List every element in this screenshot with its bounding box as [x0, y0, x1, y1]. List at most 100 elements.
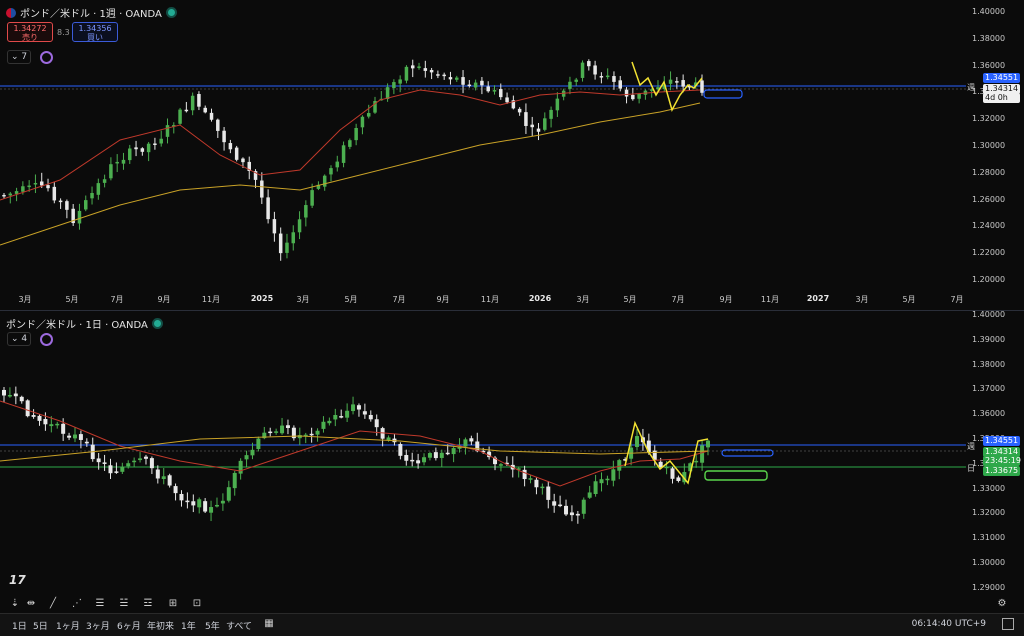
- candle-body: [423, 68, 428, 71]
- candle-body: [167, 475, 172, 486]
- timeframe-button[interactable]: 1日: [12, 619, 27, 632]
- candle-body: [121, 159, 126, 164]
- candle-body: [27, 185, 31, 188]
- candle-body: [232, 472, 237, 489]
- weekly-candles-svg[interactable]: [0, 0, 1024, 311]
- candle-body: [310, 190, 314, 206]
- candle-body: [618, 80, 623, 89]
- candle-body: [153, 143, 157, 146]
- candle-body: [143, 456, 148, 459]
- candle-body: [404, 66, 409, 81]
- candle-body: [580, 62, 585, 78]
- candle-body: [185, 500, 190, 503]
- candle-body: [599, 479, 604, 484]
- horizontal-line-tool-icon[interactable]: ⇹: [24, 598, 38, 610]
- calendar-range-icon[interactable]: ▦: [262, 618, 276, 630]
- weekly-chart-pane[interactable]: ポンド／米ドル · 1週 · OANDA 1.34272 売り 8.3 1.34…: [0, 0, 1024, 311]
- candle-body: [599, 76, 604, 78]
- candle-body: [473, 82, 478, 88]
- candle-body: [410, 459, 415, 462]
- sell-button[interactable]: 1.34272 売り: [7, 22, 53, 42]
- candle-body: [694, 460, 699, 463]
- timeframe-button[interactable]: 5日: [33, 619, 48, 632]
- daily-week-level-tag: 1.34551: [983, 436, 1020, 446]
- fib-tool-icon[interactable]: ☰: [93, 598, 107, 610]
- candle-body: [278, 233, 283, 254]
- candle-body: [445, 452, 450, 455]
- price-tick-label: 1.26000: [972, 194, 1006, 204]
- multi-line-tool-icon[interactable]: ⋰: [70, 598, 84, 610]
- candle-body: [700, 445, 705, 463]
- candle-body: [631, 94, 635, 100]
- candle-body: [161, 476, 166, 480]
- timeframe-button[interactable]: 5年: [205, 619, 220, 632]
- candle-body: [549, 109, 553, 119]
- candle-body: [49, 424, 54, 427]
- candle-body: [322, 175, 327, 187]
- candle-body: [467, 84, 472, 87]
- candle-body: [256, 438, 261, 450]
- pitchfork-tool-icon[interactable]: ☲: [141, 598, 155, 610]
- candle-body: [498, 464, 503, 466]
- timeframe-button[interactable]: 1年: [181, 619, 196, 632]
- timeframe-button[interactable]: すべて: [226, 619, 252, 632]
- timeframe-button[interactable]: 1ヶ月: [56, 619, 80, 632]
- candle-body: [442, 74, 446, 77]
- candle-body: [297, 219, 302, 233]
- parallel-channel-tool-icon[interactable]: ☱: [117, 598, 131, 610]
- time-tick-label: 2027: [806, 294, 830, 303]
- daily-chart-pane[interactable]: ポンド／米ドル · 1日 · OANDA ⌄ 4 1.40000 1.39000 1…: [0, 310, 1024, 608]
- rectangle-tool-icon[interactable]: ⊞: [166, 598, 180, 610]
- price-tick-label: 1.32000: [972, 508, 1006, 518]
- indicators-toggle[interactable]: ⌄ 4: [7, 332, 32, 346]
- chevron-down-icon: ⌄: [11, 52, 19, 62]
- candle-body: [427, 453, 432, 458]
- candle-body: [429, 70, 434, 73]
- candle-body: [339, 416, 344, 418]
- gear-icon[interactable]: ⚙: [995, 598, 1009, 610]
- indicators-toggle[interactable]: ⌄ 7: [7, 50, 32, 64]
- daily-candles-svg[interactable]: [0, 311, 1024, 598]
- timeframe-button[interactable]: 6ヶ月: [117, 619, 141, 632]
- candle-body: [404, 454, 409, 461]
- candle-body: [374, 419, 379, 428]
- tradingview-logo[interactable]: 17: [9, 573, 26, 587]
- trendline-tool-icon[interactable]: ╱: [46, 598, 60, 610]
- candle-body: [593, 481, 598, 495]
- cursor-tool-icon[interactable]: ⇣: [8, 598, 22, 610]
- candle-body: [285, 242, 289, 253]
- clock-display[interactable]: 06:14:40 UTC+9: [912, 619, 986, 629]
- timeframe-button[interactable]: 年初来: [147, 619, 174, 632]
- candle-body: [624, 89, 629, 97]
- sell-price: 1.34272: [13, 24, 47, 33]
- candle-body: [228, 143, 233, 150]
- expand-icon[interactable]: [1002, 618, 1014, 630]
- candle-body: [362, 411, 367, 415]
- time-tick-label: 9月: [436, 295, 450, 304]
- buy-button[interactable]: 1.34356 買い: [72, 22, 118, 42]
- time-tick-label: 3月: [296, 295, 310, 304]
- candle-body: [348, 140, 352, 147]
- week-line-label: 週: [967, 442, 975, 451]
- candle-body: [244, 455, 249, 460]
- time-tick-label: 2025: [250, 294, 274, 303]
- candle-body: [234, 147, 239, 160]
- candle-body: [309, 433, 314, 436]
- candle-body: [178, 109, 182, 124]
- candle-body: [155, 469, 160, 479]
- timeframe-button[interactable]: 3ヶ月: [86, 619, 110, 632]
- candle-body: [191, 501, 196, 506]
- candle-body: [291, 232, 296, 244]
- price-tick-label: 1.28000: [972, 167, 1006, 177]
- measure-tool-icon[interactable]: ⊡: [190, 598, 204, 610]
- candle-body: [184, 109, 189, 112]
- candle-body: [72, 434, 77, 439]
- candle-body: [2, 194, 6, 197]
- settings-swirl-icon[interactable]: [40, 333, 53, 346]
- price-tick-label: 1.36000: [972, 60, 1006, 70]
- candle-body: [558, 504, 563, 507]
- candle-body: [52, 186, 57, 201]
- candle-body: [37, 415, 42, 421]
- settings-swirl-icon[interactable]: [40, 51, 53, 64]
- price-tick-label: 1.22000: [972, 248, 1006, 258]
